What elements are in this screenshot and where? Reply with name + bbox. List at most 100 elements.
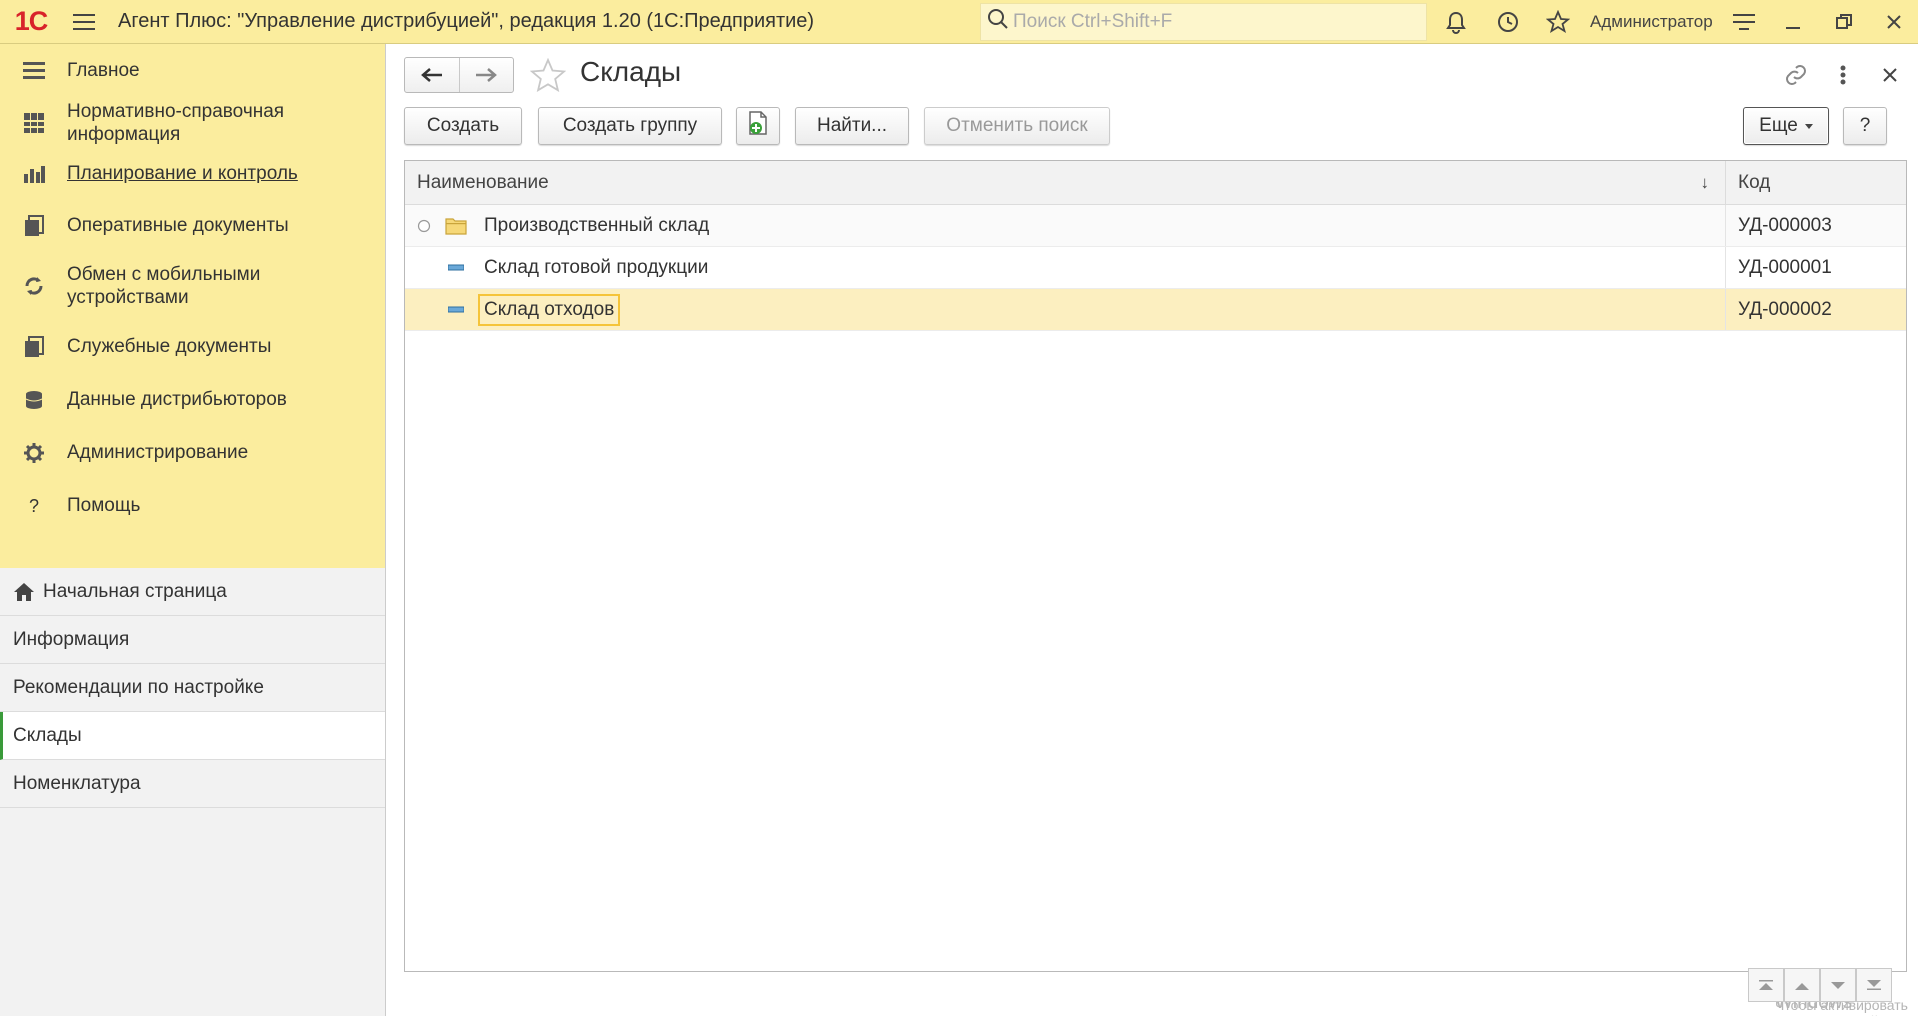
history-icon[interactable] — [1486, 0, 1530, 44]
row-name[interactable]: Склад отходов — [478, 293, 621, 326]
section-operational-docs[interactable]: Оперативные документы — [0, 200, 385, 252]
section-reference[interactable]: Нормативно-справочная информация — [0, 98, 385, 148]
scroll-to-bottom-button[interactable] — [1856, 968, 1892, 1002]
folder-icon — [445, 217, 467, 235]
close-form-icon[interactable] — [1875, 58, 1905, 92]
row-code: УД-000002 — [1738, 298, 1832, 320]
scroll-to-top-button[interactable] — [1748, 968, 1784, 1002]
add-document-icon — [747, 111, 769, 141]
scroll-up-button[interactable] — [1784, 968, 1820, 1002]
cell-name: Склад отходов — [405, 289, 1726, 330]
create-copy-button[interactable] — [736, 107, 780, 145]
favorites-star-icon[interactable] — [1536, 0, 1580, 44]
column-header-code[interactable]: Код — [1726, 161, 1906, 204]
page-title: Склады — [580, 56, 682, 87]
open-item-warehouses[interactable]: Склады — [0, 712, 385, 760]
scroll-down-icon — [1831, 974, 1845, 996]
sidebar: Главное Нормативно-справочная информация… — [0, 44, 386, 1016]
create-group-button[interactable]: Создать группу — [538, 107, 722, 145]
section-label: Администрирование — [67, 442, 249, 463]
section-label: Служебные документы — [67, 336, 272, 357]
scroll-up-icon — [1795, 974, 1809, 996]
form-area: Склады Создать Создать группу Найти... О… — [387, 44, 1918, 1016]
section-main[interactable]: Главное — [0, 44, 385, 98]
section-planning[interactable]: Планирование и контроль — [0, 148, 385, 200]
back-arrow-icon[interactable] — [405, 58, 460, 92]
section-service-docs[interactable]: Служебные документы — [0, 320, 385, 374]
warehouses-table[interactable]: Наименование ↓ Код Производственный скла… — [404, 160, 1907, 972]
more-menu-label: Еще — [1759, 115, 1798, 136]
column-header-name[interactable]: Наименование ↓ — [405, 161, 1726, 204]
table-row-selected[interactable]: Склад отходов УД-000002 — [405, 289, 1906, 331]
documents-icon — [20, 212, 48, 240]
close-window-icon[interactable] — [1872, 0, 1916, 44]
cancel-search-button[interactable]: Отменить поиск — [924, 107, 1110, 145]
home-icon — [13, 582, 35, 602]
search-input[interactable]: Поиск Ctrl+Shift+F — [980, 3, 1427, 41]
open-item-label: Склады — [13, 724, 82, 746]
row-name: Склад готовой продукции — [484, 256, 709, 278]
sort-descending-icon[interactable]: ↓ — [1701, 173, 1710, 193]
open-item-information[interactable]: Информация — [0, 616, 385, 664]
catalog-item-icon — [448, 306, 464, 314]
scroll-bottom-icon — [1867, 974, 1881, 996]
scroll-down-button[interactable] — [1820, 968, 1856, 1002]
section-help[interactable]: ? Помощь — [0, 480, 385, 532]
user-name[interactable]: Администратор — [1590, 0, 1713, 44]
open-item-home[interactable]: Начальная страница — [0, 568, 385, 616]
open-item-label: Информация — [13, 628, 130, 650]
section-administration[interactable]: Администрирование — [0, 426, 385, 480]
open-windows-list: Начальная страница Информация Рекомендац… — [0, 568, 385, 808]
row-name: Производственный склад — [484, 214, 710, 236]
column-header-label: Код — [1738, 171, 1771, 193]
section-distributor-data[interactable]: Данные дистрибьюторов — [0, 374, 385, 426]
table-row[interactable]: Производственный склад УД-000003 — [405, 205, 1906, 247]
table-row[interactable]: Склад готовой продукции УД-000001 — [405, 247, 1906, 289]
sections-panel: Главное Нормативно-справочная информация… — [0, 44, 385, 568]
search-placeholder: Поиск Ctrl+Shift+F — [1013, 11, 1173, 32]
expand-group-icon[interactable] — [417, 219, 431, 233]
cell-name: Производственный склад — [405, 205, 1726, 246]
section-label: Планирование и контроль — [67, 163, 298, 184]
dropdown-arrow-icon — [1804, 123, 1813, 129]
minimize-icon[interactable] — [1772, 0, 1816, 44]
bell-icon[interactable] — [1434, 0, 1478, 44]
row-code: УД-000003 — [1738, 214, 1832, 236]
section-mobile-exchange[interactable]: Обмен с мобильными устройствами — [0, 252, 385, 320]
link-icon[interactable] — [1778, 58, 1814, 92]
grid-icon — [20, 109, 48, 137]
open-item-recommendations[interactable]: Рекомендации по настройке — [0, 664, 385, 712]
forward-arrow-icon[interactable] — [460, 58, 514, 92]
documents-icon — [20, 333, 48, 361]
table-header: Наименование ↓ Код — [405, 161, 1906, 205]
cell-name: Склад готовой продукции — [405, 247, 1726, 288]
section-label: Обмен с мобильными устройствами — [67, 264, 261, 308]
find-button[interactable]: Найти... — [795, 107, 909, 145]
more-menu-button[interactable]: Еще — [1743, 107, 1829, 145]
row-code: УД-000001 — [1738, 256, 1832, 278]
section-label: Оперативные документы — [67, 215, 289, 236]
open-item-label: Начальная страница — [43, 580, 227, 602]
restore-icon[interactable] — [1822, 0, 1866, 44]
column-header-label: Наименование — [417, 171, 549, 193]
section-label: Данные дистрибьюторов — [67, 389, 287, 410]
help-button[interactable]: ? — [1843, 107, 1887, 145]
create-button[interactable]: Создать — [404, 107, 522, 145]
database-icon — [20, 386, 48, 414]
app-title: Агент Плюс: "Управление дистрибуцией", р… — [118, 10, 815, 32]
main-menu-icon[interactable] — [62, 0, 106, 44]
catalog-item-icon — [448, 264, 464, 272]
help-icon: ? — [28, 495, 39, 516]
open-item-label: Рекомендации по настройке — [13, 676, 264, 698]
open-item-label: Номенклатура — [13, 772, 141, 794]
settings-menu-icon[interactable] — [1722, 0, 1766, 44]
navigation-buttons — [404, 57, 514, 93]
scroll-top-icon — [1759, 974, 1773, 996]
add-to-favorites-star-icon[interactable] — [529, 57, 567, 98]
section-label: Главное — [67, 60, 140, 81]
more-options-icon[interactable] — [1829, 58, 1857, 92]
open-item-nomenclature[interactable]: Номенклатура — [0, 760, 385, 808]
title-bar: 1С Агент Плюс: "Управление дистрибуцией"… — [0, 0, 1918, 44]
app-logo[interactable]: 1С — [0, 0, 62, 44]
search-icon — [987, 8, 1009, 36]
